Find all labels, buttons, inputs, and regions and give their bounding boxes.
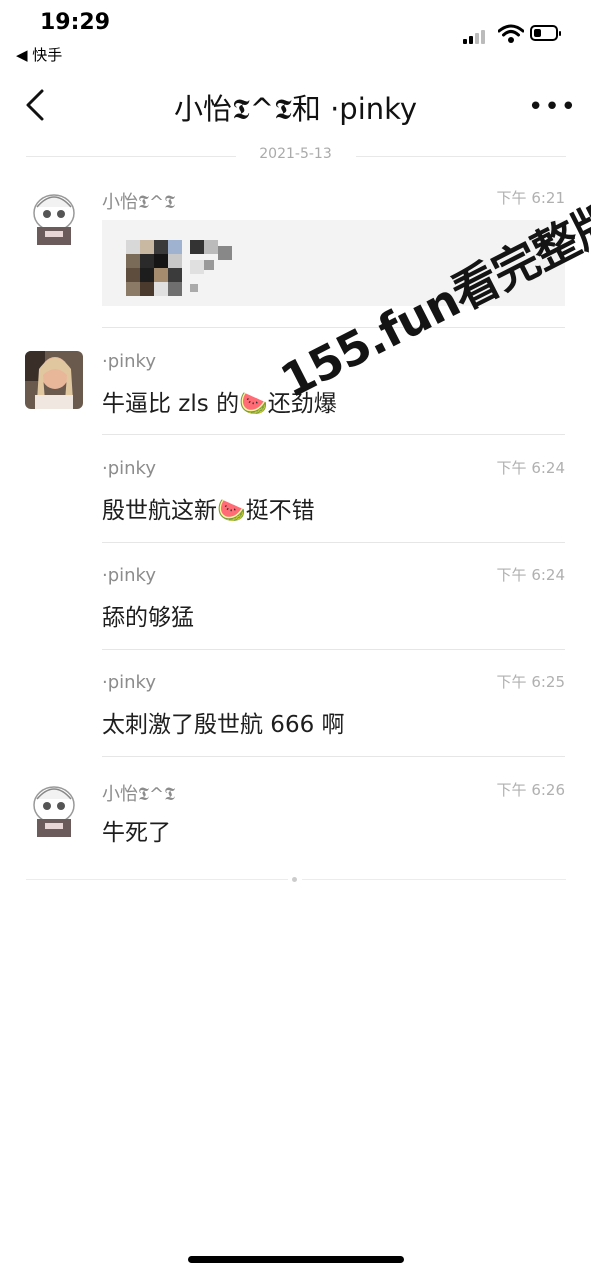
- avatar-pinky[interactable]: [25, 351, 83, 409]
- message-divider: [102, 542, 565, 543]
- avatar-xiaoyi[interactable]: [25, 187, 83, 245]
- battery-icon: [530, 25, 561, 41]
- more-options-button[interactable]: •••: [528, 92, 577, 122]
- wifi-icon: [498, 24, 524, 43]
- pixelated-image: [126, 240, 184, 296]
- message-time: 下午 6:21: [496, 189, 565, 207]
- message-sender: ·pinky: [102, 672, 156, 693]
- message-text: 牛死了: [102, 820, 171, 846]
- back-to-app-link[interactable]: ◀ 快手: [16, 44, 62, 65]
- message-text: 舔的够猛: [102, 605, 194, 631]
- end-divider-dot: [292, 877, 297, 882]
- message-sender: ·pinky: [102, 458, 156, 479]
- message-text: 殷世航这新🍉挺不错: [102, 498, 315, 524]
- cellular-signal-icon: [463, 28, 491, 44]
- pixelated-text: [190, 240, 238, 296]
- avatar-xiaoyi[interactable]: [25, 779, 83, 837]
- message-divider: [102, 756, 565, 757]
- message-divider: [102, 434, 565, 435]
- page-title: 小怡𝕿^𝕿和 ·pinky: [173, 92, 418, 126]
- message-time: 下午 6:24: [496, 459, 565, 477]
- message-sender: 小怡𝕿^𝕿: [102, 784, 176, 805]
- message-time: 下午 6:25: [496, 673, 565, 691]
- message-sender: ·pinky: [102, 351, 156, 372]
- message-time: 下午 6:26: [496, 781, 565, 799]
- date-divider: 2021-5-13: [259, 146, 332, 162]
- end-divider-line-left: [26, 879, 288, 880]
- message-time: 下午 6:24: [496, 566, 565, 584]
- status-time: 19:29: [40, 10, 111, 35]
- end-divider-line-right: [302, 879, 566, 880]
- message-text: 太刺激了殷世航 666 啊: [102, 712, 345, 738]
- home-indicator[interactable]: [188, 1256, 404, 1263]
- message-sender: 小怡𝕿^𝕿: [102, 192, 176, 213]
- message-sender: ·pinky: [102, 565, 156, 586]
- message-divider: [102, 649, 565, 650]
